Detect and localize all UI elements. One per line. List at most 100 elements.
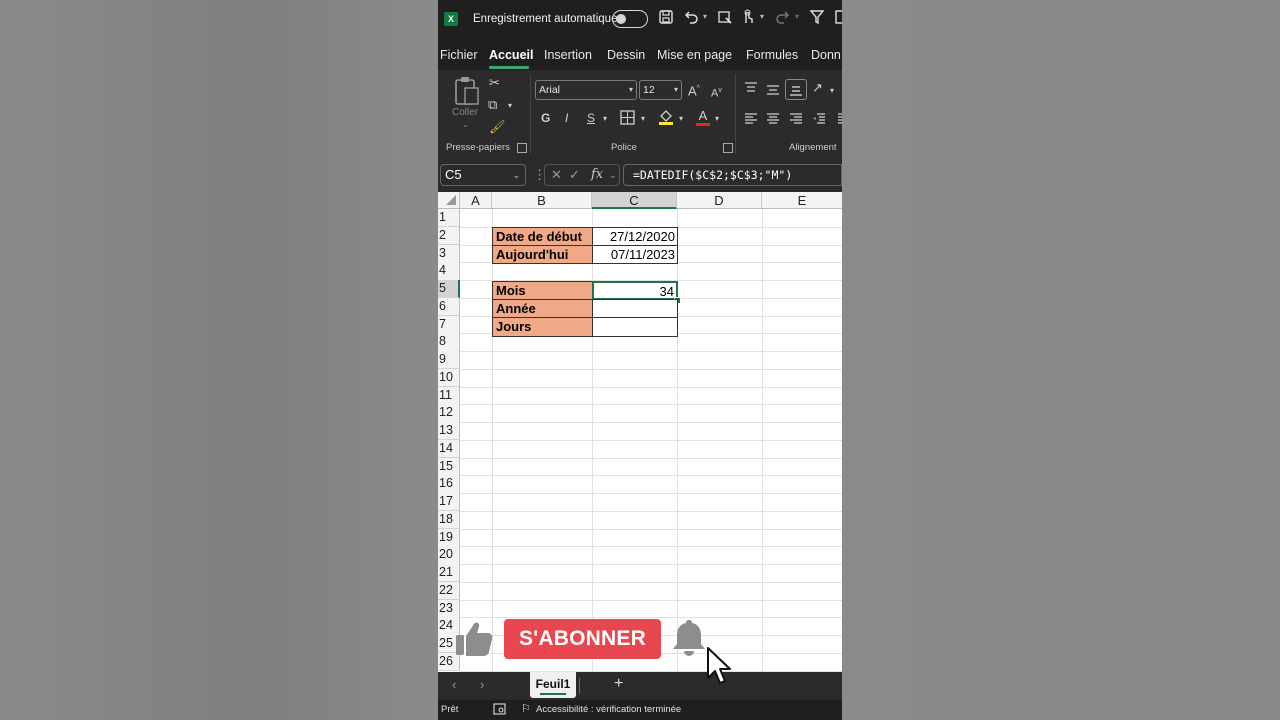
cut-icon[interactable]: ✂	[489, 75, 500, 91]
font-size-select[interactable]: 12 ▾	[639, 80, 682, 100]
format-painter-icon[interactable]	[715, 9, 735, 29]
row-header[interactable]: 2	[438, 226, 460, 245]
grow-font-button[interactable]: A^	[688, 81, 700, 99]
row-header[interactable]: 11	[438, 386, 460, 405]
row-header[interactable]: 15	[438, 457, 460, 476]
accessibility-status[interactable]: Accessibilité : vérification terminée	[536, 704, 681, 715]
subscribe-button[interactable]: S'ABONNER	[504, 619, 661, 659]
autosave-toggle[interactable]	[612, 10, 648, 28]
more-commands-icon[interactable]	[830, 9, 842, 29]
row-header[interactable]: 20	[438, 546, 460, 565]
redo-icon[interactable]	[773, 9, 793, 29]
undo-icon[interactable]	[681, 9, 701, 29]
accessibility-icon[interactable]: ⚐	[521, 702, 531, 715]
align-left-icon[interactable]	[744, 112, 758, 130]
thumbs-up-icon[interactable]	[454, 620, 494, 658]
undo-dropdown-icon[interactable]: ▾	[703, 12, 707, 21]
fill-color-icon[interactable]	[658, 108, 674, 131]
row-header[interactable]: 13	[438, 422, 460, 441]
italic-button[interactable]: I	[565, 110, 568, 126]
row-header[interactable]: 14	[438, 439, 460, 458]
cell-c2[interactable]: 27/12/2020	[592, 227, 678, 246]
insert-function-icon[interactable]: fx	[591, 167, 603, 182]
row-header[interactable]: 18	[438, 510, 460, 529]
row-header[interactable]: 7	[438, 315, 460, 334]
cell-b2[interactable]: Date de début	[492, 227, 593, 246]
row-header[interactable]: 12	[438, 404, 460, 423]
bold-button[interactable]: G	[541, 110, 550, 126]
column-header-b[interactable]: B	[492, 192, 592, 209]
copy-dropdown-icon[interactable]: ▾	[508, 98, 512, 114]
bell-icon[interactable]	[670, 618, 708, 658]
cancel-icon[interactable]: ✕	[551, 167, 562, 183]
row-header[interactable]: 8	[438, 333, 460, 352]
paste-label[interactable]: Coller	[452, 107, 478, 118]
formula-input[interactable]: =DATEDIF($C$2;$C$3;"M")	[623, 164, 842, 186]
align-center-icon[interactable]	[766, 112, 780, 130]
spreadsheet-grid[interactable]: A B C D E 1 2 3 4 5 6 7 8 9 10 11 12 13 14 15 16 17 18 19 2…	[438, 192, 842, 672]
format-painter-brush-icon[interactable]: 🖌	[489, 119, 506, 135]
underline-dropdown-icon[interactable]: ▾	[603, 111, 607, 127]
borders-dropdown-icon[interactable]: ▾	[641, 111, 645, 127]
row-header[interactable]: 9	[438, 351, 460, 370]
sheet-tab-feuil1[interactable]: Feuil1	[530, 672, 576, 698]
borders-icon[interactable]	[620, 110, 635, 130]
tab-dessin[interactable]: Dessin	[607, 48, 645, 62]
column-header-d[interactable]: D	[677, 192, 762, 209]
filter-icon[interactable]	[807, 9, 827, 29]
column-header-e[interactable]: E	[762, 192, 842, 209]
prev-sheet-icon[interactable]: ‹	[452, 677, 456, 692]
touch-mode-icon[interactable]	[738, 9, 758, 29]
align-right-icon[interactable]	[789, 112, 803, 130]
row-header[interactable]: 6	[438, 297, 460, 316]
cell-c3[interactable]: 07/11/2023	[592, 245, 678, 264]
cell-c5[interactable]: 34	[592, 281, 678, 300]
redo-dropdown-icon[interactable]: ▾	[795, 12, 799, 21]
row-header[interactable]: 21	[438, 564, 460, 583]
row-header[interactable]: 3	[438, 244, 460, 263]
orientation-icon[interactable]: ↗	[812, 80, 823, 96]
column-header-c[interactable]: C	[592, 192, 677, 209]
row-header[interactable]: 10	[438, 368, 460, 387]
cell-b6[interactable]: Année	[492, 299, 593, 318]
align-top-icon[interactable]	[744, 81, 758, 99]
increase-indent-icon[interactable]	[834, 112, 842, 130]
next-sheet-icon[interactable]: ›	[480, 677, 484, 692]
save-icon[interactable]	[656, 9, 676, 29]
macro-record-icon[interactable]	[493, 703, 506, 718]
cell-b7[interactable]: Jours	[492, 317, 593, 337]
row-header[interactable]: 19	[438, 528, 460, 547]
tab-donnees[interactable]: Donn	[811, 48, 841, 62]
paste-icon[interactable]	[454, 76, 480, 106]
row-header[interactable]: 1	[438, 209, 460, 228]
enter-icon[interactable]: ✓	[569, 167, 580, 183]
row-header[interactable]: 23	[438, 599, 460, 618]
fill-color-dropdown-icon[interactable]: ▾	[679, 111, 683, 127]
align-middle-icon[interactable]	[766, 83, 780, 101]
tab-accueil[interactable]: Accueil	[489, 48, 533, 62]
orientation-dropdown-icon[interactable]: ▾	[830, 83, 834, 99]
font-color-dropdown-icon[interactable]: ▾	[715, 111, 719, 127]
row-header[interactable]: 5	[438, 280, 460, 299]
copy-icon[interactable]: ⧉	[488, 97, 497, 113]
align-bottom-icon[interactable]	[785, 79, 807, 100]
add-sheet-button[interactable]: +	[614, 675, 623, 693]
tab-formules[interactable]: Formules	[746, 48, 798, 62]
cell-b3[interactable]: Aujourd'hui	[492, 245, 593, 264]
cell-b5[interactable]: Mois	[492, 281, 593, 300]
row-header[interactable]: 16	[438, 475, 460, 494]
row-header[interactable]: 17	[438, 493, 460, 512]
name-box[interactable]: C5 ⌄	[440, 164, 526, 186]
touch-dropdown-icon[interactable]: ▾	[760, 12, 764, 21]
decrease-indent-icon[interactable]	[812, 112, 826, 130]
select-all-corner[interactable]	[438, 192, 460, 209]
tab-mise-en-page[interactable]: Mise en page	[657, 48, 732, 62]
row-header[interactable]: 22	[438, 581, 460, 600]
font-name-select[interactable]: Arial ▾	[535, 80, 637, 100]
cell-c6[interactable]	[592, 299, 678, 318]
fx-dropdown-icon[interactable]: ⌄	[609, 170, 617, 181]
tab-fichier[interactable]: Fichier	[440, 48, 478, 62]
row-header[interactable]: 4	[438, 262, 460, 281]
paste-dropdown-icon[interactable]: ⌄	[462, 120, 469, 129]
tab-insertion[interactable]: Insertion	[544, 48, 592, 62]
